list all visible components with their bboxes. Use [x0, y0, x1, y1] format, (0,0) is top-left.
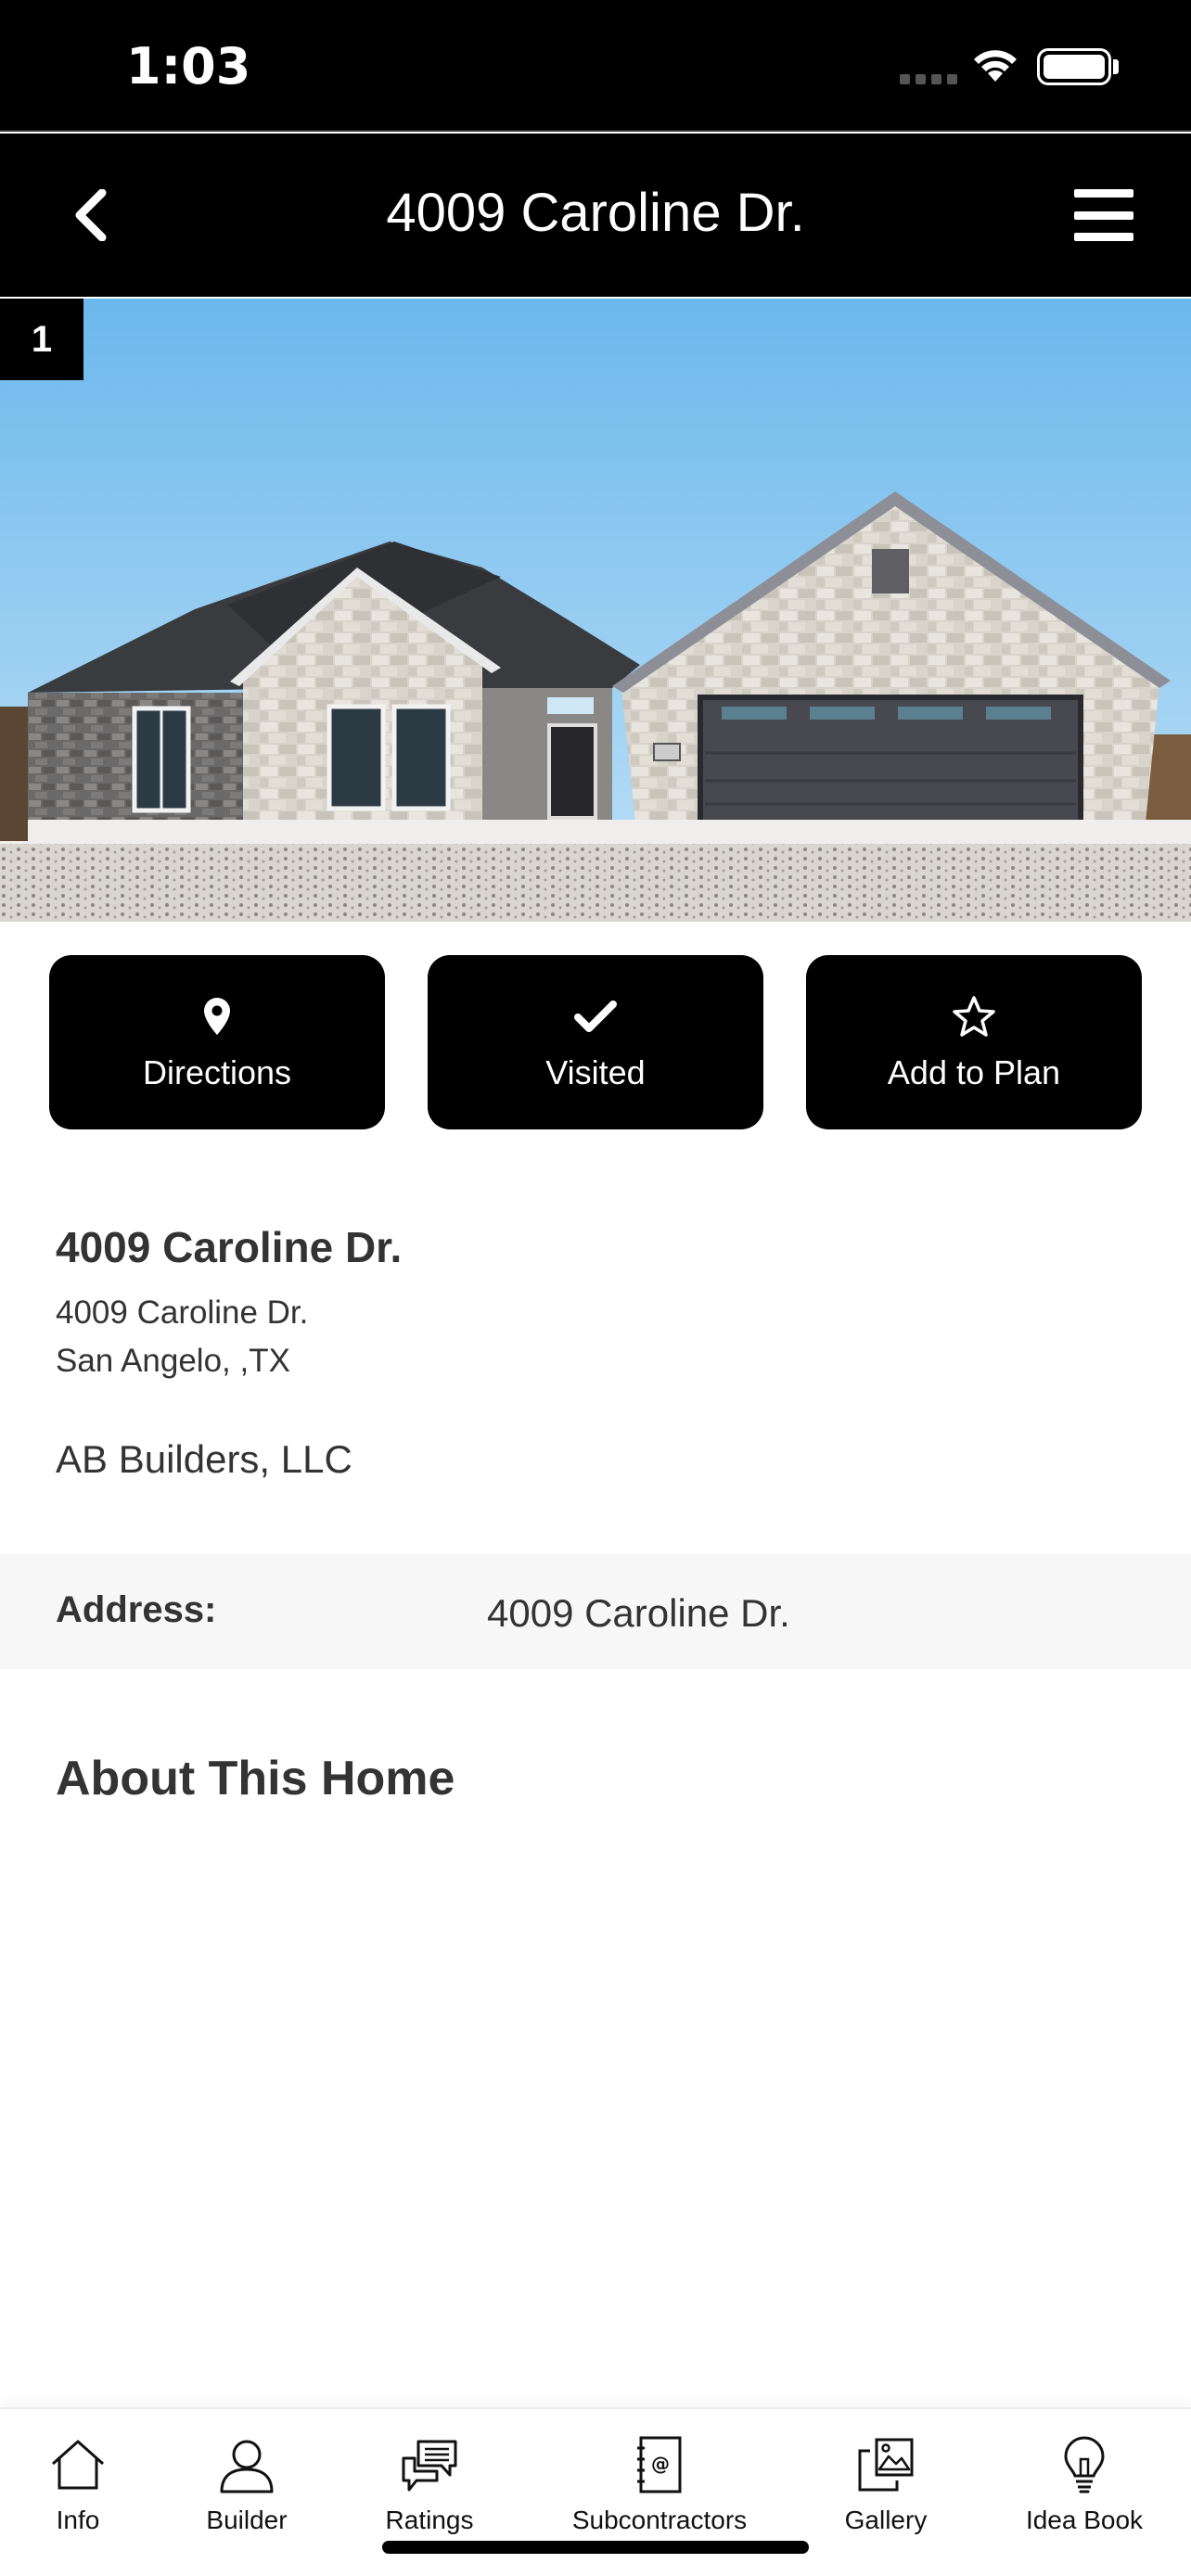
home-icon	[52, 2440, 104, 2490]
address-label: Address:	[56, 1589, 217, 1630]
tab-builder[interactable]: Builder	[190, 2409, 303, 2548]
tab-label: Ratings	[385, 2506, 474, 2534]
status-time: 1:03	[126, 37, 251, 96]
home-indicator	[382, 2541, 809, 2554]
status-bar: 1:03	[0, 0, 1191, 132]
menu-line	[1074, 210, 1133, 220]
address-value: 4009 Caroline Dr.	[487, 1591, 790, 1635]
tab-info[interactable]: Info	[26, 2409, 130, 2548]
wifi-icon	[970, 45, 1020, 88]
visited-button[interactable]: Visited	[428, 955, 763, 1129]
tab-idea-book[interactable]: Idea Book	[1020, 2409, 1148, 2548]
add-to-plan-label: Add to Plan	[887, 1053, 1061, 1091]
photo-index-badge: 1	[0, 299, 83, 380]
tab-gallery[interactable]: Gallery	[830, 2409, 941, 2548]
tab-label: Gallery	[844, 2506, 928, 2534]
address-row: Address: 4009 Caroline Dr.	[0, 1554, 1191, 1669]
lightbulb-icon	[1064, 2436, 1105, 2493]
visited-label: Visited	[545, 1053, 646, 1091]
svg-text:@: @	[651, 2453, 670, 2475]
navigation-bar: 4009 Caroline Dr.	[0, 134, 1191, 297]
page-title: 4009 Caroline Dr.	[386, 183, 805, 243]
tab-subcontractors[interactable]: @ Subcontractors	[568, 2409, 751, 2548]
battery-icon	[1037, 48, 1111, 85]
add-to-plan-button[interactable]: Add to Plan	[806, 955, 1142, 1129]
tab-label: Builder	[206, 2506, 288, 2534]
chat-bubbles-icon	[402, 2440, 457, 2492]
directions-button[interactable]: Directions	[49, 955, 385, 1129]
menu-line	[1074, 189, 1133, 198]
person-icon	[220, 2440, 274, 2493]
address-book-icon: @	[637, 2436, 682, 2493]
home-photo[interactable]: 1	[0, 299, 1191, 922]
house-illustration	[0, 299, 1191, 922]
images-icon	[858, 2438, 914, 2492]
builder-name[interactable]: AB Builders, LLC	[56, 1437, 1132, 1482]
address-line-2: San Angelo, ,TX	[56, 1343, 290, 1379]
home-details: 4009 Caroline Dr. 4009 Caroline Dr. San …	[56, 1222, 1132, 1482]
tab-label: Subcontractors	[571, 2506, 748, 2534]
battery-cap	[1113, 59, 1119, 74]
cellular-signal-icon	[900, 74, 957, 84]
tab-ratings[interactable]: Ratings	[373, 2409, 486, 2548]
map-pin-icon	[204, 998, 230, 1035]
action-buttons: Directions Visited Add to Plan	[49, 955, 1142, 1129]
tab-label: Info	[56, 2506, 100, 2534]
star-icon	[953, 996, 995, 1037]
hamburger-menu-button[interactable]	[1074, 189, 1133, 241]
home-title: 4009 Caroline Dr.	[56, 1223, 403, 1271]
directions-label: Directions	[142, 1053, 292, 1091]
menu-line	[1074, 233, 1133, 241]
tab-label: Idea Book	[1025, 2506, 1144, 2534]
address-line-1: 4009 Caroline Dr.	[56, 1294, 309, 1331]
about-section-title: About This Home	[56, 1752, 455, 1805]
checkmark-icon	[574, 1001, 617, 1032]
